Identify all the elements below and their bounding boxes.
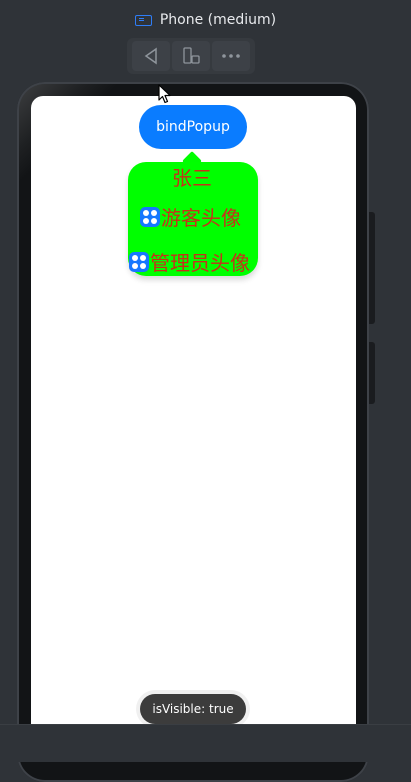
phone-device-icon [134, 14, 152, 26]
rotate-device-button[interactable] [172, 41, 210, 71]
popup-menu-item-guest[interactable]: 游客头像 [140, 202, 241, 231]
device-title: Phone (medium) [0, 10, 411, 30]
popup-name-text: 张三 [172, 166, 212, 190]
bind-popup-button[interactable]: bindPopup [139, 105, 247, 149]
bottom-bar [0, 724, 411, 762]
popup-menu-item-label: 游客头像 [161, 206, 241, 230]
more-icon [222, 54, 240, 58]
more-button[interactable] [212, 41, 250, 71]
back-icon [144, 47, 157, 65]
popup-menu-item-admin[interactable]: 管理员头像 [129, 247, 250, 276]
popup-menu-item-label: 管理员头像 [150, 251, 250, 275]
mouse-pointer-icon [158, 84, 171, 104]
side-button-volume [369, 212, 375, 324]
popup: 张三 游客头像 管理员头像 [128, 162, 258, 276]
side-button-power [369, 342, 375, 404]
toast-message: isVisible: true [140, 694, 246, 724]
back-button[interactable] [132, 41, 170, 71]
device-title-label: Phone (medium) [159, 12, 277, 28]
phone-screen: bindPopup 张三 游客头像 管理员头像 isVisible: true [31, 96, 356, 736]
app-grid-icon [140, 206, 160, 227]
rotate-device-icon [183, 47, 200, 64]
popup-name: 张三 [172, 162, 212, 191]
preview-toolbar [127, 38, 255, 74]
app-grid-icon [129, 251, 149, 272]
